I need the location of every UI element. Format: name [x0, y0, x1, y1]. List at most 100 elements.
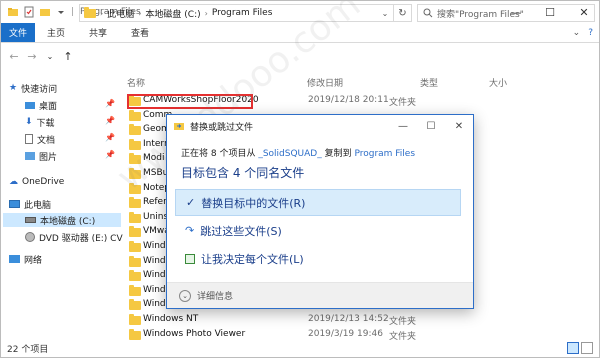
sidebar-item-label: OneDrive: [22, 177, 65, 187]
sidebar-item-quick-access[interactable]: ★ 快速访问: [9, 81, 57, 95]
file-name: Windows NT: [143, 314, 199, 324]
folder-icon: [129, 241, 141, 252]
sidebar-item-pictures[interactable]: 图片: [25, 149, 57, 163]
star-icon: ★: [9, 83, 18, 93]
column-type[interactable]: 类型: [420, 76, 438, 89]
dialog-controls: — ☐ ✕: [389, 115, 473, 137]
breadcrumb-local-disk[interactable]: 本地磁盘 (C:): [145, 7, 200, 20]
breadcrumb-program-files[interactable]: Program Files: [212, 8, 273, 18]
folder-icon: [129, 168, 141, 179]
back-arrow-icon[interactable]: ←: [5, 47, 23, 65]
forward-arrow-icon[interactable]: →: [23, 47, 41, 65]
new-folder-icon[interactable]: [39, 6, 51, 18]
chevron-right-icon: ›: [138, 8, 142, 18]
sidebar-item-label: 此电脑: [24, 200, 52, 211]
source-link[interactable]: _SolidSQUAD_: [258, 149, 321, 159]
dialog-footer: ⌄ 详细信息: [167, 282, 473, 308]
sidebar-item-label: 快速访问: [21, 84, 58, 95]
sidebar-item-local-disk[interactable]: 本地磁盘 (C:): [3, 213, 121, 227]
chevron-down-icon[interactable]: ⌄: [179, 289, 191, 302]
sidebar-item-dvd-drive[interactable]: DVD 驱动器 (E:) CV: [25, 230, 123, 244]
column-name[interactable]: 名称: [127, 76, 145, 89]
details-view-icon[interactable]: [567, 342, 579, 354]
copy-icon: [174, 123, 184, 130]
folder-icon: [129, 197, 141, 209]
column-size[interactable]: 大小: [489, 76, 507, 89]
up-arrow-icon[interactable]: ↑: [59, 47, 77, 65]
address-dropdown-icon[interactable]: ⌄: [377, 9, 393, 18]
chevron-right-icon: ›: [204, 8, 208, 18]
sidebar-item-onedrive[interactable]: ☁ OneDrive: [9, 175, 64, 189]
refresh-icon[interactable]: ↻: [394, 4, 412, 22]
skip-icon: ↷: [185, 224, 195, 237]
minimize-button[interactable]: —: [389, 115, 417, 137]
document-icon: [25, 134, 33, 144]
title-separator: |: [71, 7, 75, 17]
option-label: 让我决定每个文件(L): [201, 252, 304, 266]
copy-text-prefix: 正在将 8 个项目从: [181, 149, 259, 159]
dialog-heading: 目标包含 4 个同名文件: [181, 166, 305, 180]
cloud-icon: ☁: [9, 177, 18, 187]
folder-icon: [129, 284, 141, 296]
copy-progress-text: 正在将 8 个项目从 _SolidSQUAD_ 复制到 Program File…: [181, 146, 415, 159]
file-type: 文件夹: [389, 98, 417, 108]
file-date: 2019/3/19 19:46: [308, 328, 383, 339]
help-icon[interactable]: ?: [588, 28, 593, 38]
sidebar-item-downloads[interactable]: ⬇ 下载: [25, 115, 55, 129]
tab-file[interactable]: 文件: [1, 23, 35, 42]
pin-icon: 📌: [105, 133, 115, 142]
recent-locations-icon[interactable]: ⌄: [41, 47, 59, 65]
pin-icon: 📌: [105, 116, 115, 125]
customize-dropdown-icon[interactable]: [55, 6, 67, 18]
skip-option[interactable]: ↷ 跳过这些文件(S): [175, 217, 461, 244]
picture-icon: [25, 152, 35, 160]
sidebar-item-label: 本地磁盘 (C:): [40, 216, 96, 227]
properties-icon[interactable]: [23, 6, 35, 18]
breadcrumb-this-pc[interactable]: 此电脑: [107, 7, 134, 20]
tab-view[interactable]: 查看: [119, 23, 161, 42]
download-icon: ⬇: [25, 117, 33, 127]
sidebar-item-documents[interactable]: 文档: [25, 132, 55, 146]
folder-icon: [129, 138, 141, 150]
network-icon: [9, 255, 20, 263]
search-box[interactable]: 搜索"Program Files": [417, 4, 595, 22]
expand-ribbon-icon[interactable]: ⌄: [573, 28, 581, 38]
address-bar[interactable]: › 此电脑 › 本地磁盘 (C:) › Program Files ⌄: [79, 4, 394, 22]
chevron-right-icon: ›: [100, 8, 104, 18]
copy-text-mid: 复制到: [321, 149, 355, 159]
maximize-button[interactable]: ☐: [417, 115, 445, 137]
tab-home[interactable]: 主页: [35, 23, 77, 42]
search-icon: [423, 8, 433, 18]
drive-icon: [25, 217, 36, 223]
option-label: 替换目标中的文件(R): [201, 196, 306, 210]
option-label: 跳过这些文件(S): [200, 224, 282, 238]
view-toggle: [567, 342, 593, 354]
folder-icon: [129, 314, 141, 325]
close-button[interactable]: ✕: [445, 115, 473, 137]
navigation-pane: ★ 快速访问 桌面 📌 ⬇ 下载 📌 文档 📌 图片 📌 ☁ OneDrive: [1, 69, 123, 337]
file-type: 文件夹: [389, 317, 417, 327]
large-icons-view-icon[interactable]: [581, 342, 593, 354]
folder-icon: [129, 109, 141, 121]
tab-share[interactable]: 共享: [77, 23, 119, 42]
sidebar-item-label: 图片: [39, 152, 58, 163]
replace-option[interactable]: ✓ 替换目标中的文件(R): [175, 189, 461, 216]
folder-icon: [8, 8, 18, 16]
replace-skip-dialog: 替换或跳过文件 — ☐ ✕ 正在将 8 个项目从 _SolidSQUAD_ 复制…: [166, 114, 474, 309]
destination-link[interactable]: Program Files: [354, 149, 415, 159]
sidebar-item-network[interactable]: 网络: [9, 252, 42, 266]
folder-icon: [129, 270, 141, 282]
dialog-title-bar: 替换或跳过文件 — ☐ ✕: [167, 115, 473, 137]
file-name: Wind: [143, 299, 166, 310]
sidebar-item-desktop[interactable]: 桌面: [25, 98, 57, 112]
sidebar-item-this-pc[interactable]: 此电脑: [9, 197, 51, 211]
folder-icon: [129, 226, 141, 238]
details-toggle[interactable]: 详细信息: [197, 289, 233, 302]
sidebar-item-label: 桌面: [39, 101, 58, 112]
decide-option[interactable]: 让我决定每个文件(L): [175, 245, 461, 272]
column-date-modified[interactable]: 修改日期: [307, 76, 343, 89]
dialog-title: 替换或跳过文件: [190, 122, 254, 133]
table-row[interactable]: Windows NT 2019/12/13 14:52 文件夹: [123, 312, 593, 327]
folder-icon: [129, 153, 141, 165]
folder-icon: [129, 182, 141, 194]
